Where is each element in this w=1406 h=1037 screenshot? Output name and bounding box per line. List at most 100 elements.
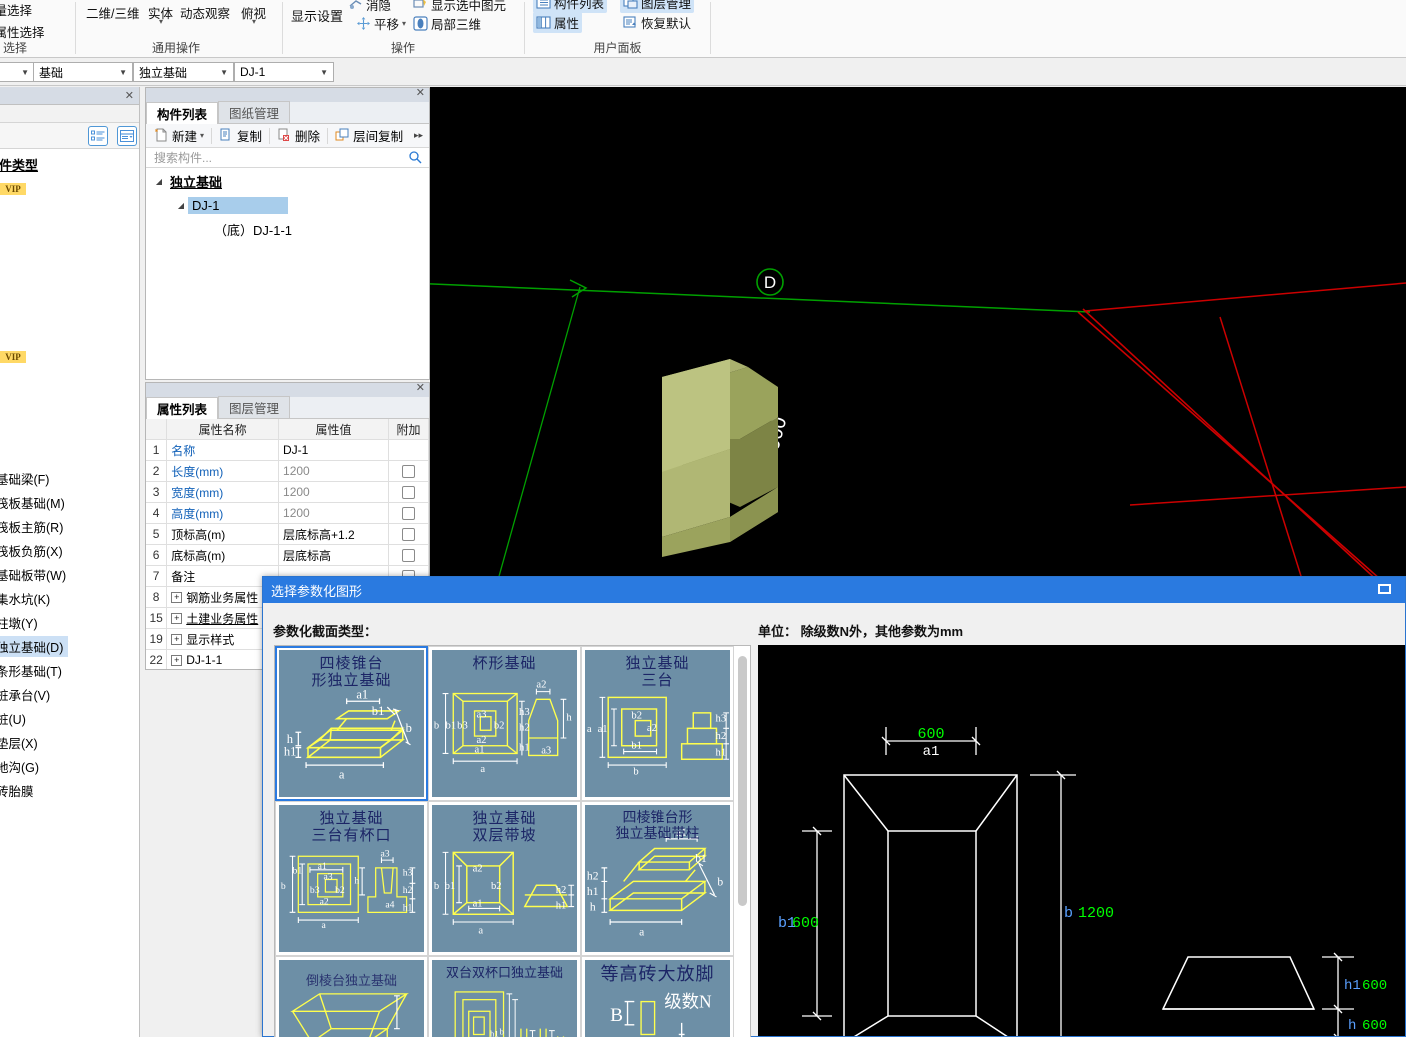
- shape-thumb-iso-trunc[interactable]: 四棱锥台 形独立基础 a h1 h b a1 b1: [275, 646, 428, 801]
- table-row[interactable]: 1 名称 DJ-1: [146, 440, 429, 461]
- expand-icon[interactable]: +: [171, 633, 183, 645]
- detail-view-button[interactable]: [117, 126, 137, 146]
- new-component-button[interactable]: 新建 ▾: [150, 124, 208, 147]
- nav-item-brick-formwork[interactable]: 砖胎膜: [0, 780, 68, 801]
- chevron-down-icon[interactable]: ▼: [220, 68, 231, 77]
- row-value[interactable]: 层底标高+1.2: [279, 524, 389, 544]
- nav-item-sump[interactable]: 集水坑(K): [0, 588, 68, 609]
- ribbon-dynamic-observe[interactable]: 动态观察: [180, 3, 230, 22]
- combo-component-name[interactable]: DJ-1 ▼: [234, 62, 334, 82]
- svg-text:h1: h1: [284, 744, 297, 758]
- chevron-down-icon[interactable]: ▾: [402, 19, 406, 28]
- chevron-down-icon[interactable]: ▼: [119, 68, 130, 77]
- table-row[interactable]: 4 高度(mm) 1200: [146, 503, 429, 524]
- nav-item-isolated-foundation[interactable]: 独立基础(D): [0, 636, 68, 657]
- svg-text:b: b: [633, 767, 638, 778]
- expand-icon[interactable]: +: [171, 654, 183, 666]
- nav-item-cushion[interactable]: 垫层(X): [0, 732, 68, 753]
- table-row[interactable]: 5 顶标高(m) 层底标高+1.2: [146, 524, 429, 545]
- expand-icon[interactable]: +: [171, 591, 183, 603]
- ribbon-batch-select[interactable]: 批量选择: [0, 0, 32, 19]
- row-name-label: 钢筋业务属性: [186, 590, 259, 605]
- ribbon-local-3d[interactable]: 局部三维: [410, 13, 484, 34]
- component-panel-tabs: 构件列表 图纸管理: [146, 101, 429, 124]
- copy-between-layers-button[interactable]: 层间复制: [331, 124, 407, 147]
- search-input[interactable]: [152, 149, 408, 166]
- row-checkbox[interactable]: [401, 527, 415, 541]
- dim-b-value: 1200: [1078, 905, 1114, 922]
- row-checkbox[interactable]: [401, 506, 415, 520]
- tab-component-list[interactable]: 构件列表: [146, 102, 219, 124]
- row-checkbox[interactable]: [401, 548, 415, 562]
- toolbar-overflow-button[interactable]: ▸▸: [414, 130, 425, 141]
- nav-item-pile[interactable]: 桩(U): [0, 708, 68, 729]
- shape-thumb-inverted[interactable]: 倒棱台独立基础: [275, 956, 428, 1037]
- thumbnail-scrollbar[interactable]: [737, 650, 748, 1037]
- row-value[interactable]: DJ-1: [279, 440, 389, 460]
- copy-component-label: 复制: [237, 130, 263, 144]
- scrollbar-thumb[interactable]: [738, 656, 747, 906]
- tab-property-list[interactable]: 属性列表: [146, 397, 219, 419]
- ribbon-property[interactable]: 属性: [533, 12, 583, 33]
- chevron-down-icon[interactable]: ▾: [200, 131, 204, 140]
- list-view-button[interactable]: [88, 126, 108, 146]
- nav-item-pile-cap[interactable]: 桩承台(V): [0, 684, 68, 705]
- nav-item-raft-negative-rebar[interactable]: 筏板负筋(X): [0, 540, 68, 561]
- chevron-down-icon[interactable]: ▼: [21, 68, 32, 77]
- delete-component-button[interactable]: 删除: [273, 124, 324, 147]
- property-panel-tabs: 属性列表 图层管理: [146, 396, 429, 419]
- shape-thumb-cup[interactable]: 杯形基础 a b b1 b3 b2 a3 a2 a1 a2 h3 h2 h1 a…: [428, 646, 581, 801]
- row-value[interactable]: 1200: [279, 503, 389, 523]
- shape-thumb-double-cup[interactable]: 双台双杯口独立基础 b h1: [428, 956, 581, 1037]
- combo-component-type[interactable]: 独立基础 ▼: [133, 62, 234, 82]
- shape-thumb-iso-trunc-col[interactable]: 四棱锥台形 独立基础带柱 a h2 h1 h b a1 b1: [581, 801, 734, 956]
- expand-arrow-icon[interactable]: ◢: [152, 177, 166, 186]
- ribbon-display-settings[interactable]: 显示设置: [291, 6, 343, 25]
- combo-partial-left[interactable]: ▼: [0, 62, 35, 82]
- ribbon-restore-default[interactable]: 恢复默认: [620, 12, 694, 33]
- dialog-titlebar[interactable]: 选择参数化图形: [263, 577, 1405, 603]
- expand-arrow-icon[interactable]: ◢: [174, 201, 188, 210]
- chevron-down-icon[interactable]: ▾: [252, 18, 256, 26]
- ribbon-toolbar: 批量选择 按属性选择 选择 二维/三维 实体 ▾ 动态观察 俯视 ▾ 通用操作 …: [0, 0, 1406, 58]
- shape-thumb-two-layer-slope[interactable]: 独立基础 双层带坡 a b b1 a2 b2 a1 h2 h1: [428, 801, 581, 956]
- row-checkbox[interactable]: [401, 464, 415, 478]
- nav-item-column-pier[interactable]: 柱墩(Y): [0, 612, 68, 633]
- tab-layer-manage[interactable]: 图层管理: [218, 396, 291, 418]
- tab-drawing-manage[interactable]: 图纸管理: [218, 101, 291, 123]
- search-icon[interactable]: [408, 150, 423, 165]
- tree-node-dj1[interactable]: ◢ DJ-1: [146, 193, 429, 217]
- close-icon[interactable]: ✕: [416, 86, 425, 99]
- svg-text:h1: h1: [490, 1028, 499, 1037]
- chevron-down-icon[interactable]: ▾: [159, 18, 163, 26]
- expand-icon[interactable]: +: [171, 612, 183, 624]
- row-value[interactable]: 1200: [279, 461, 389, 481]
- shape-thumb-three-step-cup[interactable]: 独立基础 三台有杯口 a b b1 a1 a3 b3 b2 a2 a3 h a4…: [275, 801, 428, 956]
- row-value[interactable]: 层底标高: [279, 545, 389, 565]
- close-icon[interactable]: ✕: [416, 381, 425, 394]
- nav-item-foundation-beam[interactable]: 基础梁(F): [0, 468, 68, 489]
- copy-component-button[interactable]: 复制: [215, 124, 266, 147]
- nav-item-raft-main-rebar[interactable]: 筏板主筋(R): [0, 516, 68, 537]
- nav-item-strip-foundation[interactable]: 条形基础(T): [0, 660, 68, 681]
- ribbon-pan[interactable]: 平移 ▾: [353, 13, 409, 34]
- chevron-down-icon[interactable]: ▼: [320, 68, 331, 77]
- combo-category[interactable]: 基础 ▼: [33, 62, 133, 82]
- nav-item-trench[interactable]: 地沟(G): [0, 756, 68, 777]
- table-row[interactable]: 3 宽度(mm) 1200: [146, 482, 429, 503]
- ribbon-2d-3d[interactable]: 二维/三维: [86, 3, 139, 22]
- nav-item-foundation-slab-band[interactable]: 基础板带(W): [0, 564, 68, 585]
- shape-thumb-brick-footing[interactable]: 等高砖大放脚 B 级数N: [581, 956, 734, 1037]
- close-icon[interactable]: ✕: [125, 89, 134, 102]
- shape-thumbnail-list[interactable]: 四棱锥台 形独立基础 a h1 h b a1 b1 杯形基础 a b b1 b3…: [274, 645, 751, 1037]
- tree-node-dj1-1[interactable]: （底）DJ-1-1: [146, 217, 429, 241]
- nav-item-raft-foundation[interactable]: 筏板基础(M): [0, 492, 68, 513]
- row-checkbox[interactable]: [401, 485, 415, 499]
- row-value[interactable]: 1200: [279, 482, 389, 502]
- tree-node-isolated-foundation[interactable]: ◢ 独立基础: [146, 169, 429, 193]
- table-row[interactable]: 2 长度(mm) 1200: [146, 461, 429, 482]
- shape-thumb-three-step[interactable]: 独立基础 三台 b a a1 b2 a2 b1 h3 h2 h1: [581, 646, 734, 801]
- table-row[interactable]: 6 底标高(m) 层底标高: [146, 545, 429, 566]
- maximize-icon[interactable]: [1378, 584, 1391, 594]
- dim-h1-label: h1: [1344, 978, 1361, 994]
